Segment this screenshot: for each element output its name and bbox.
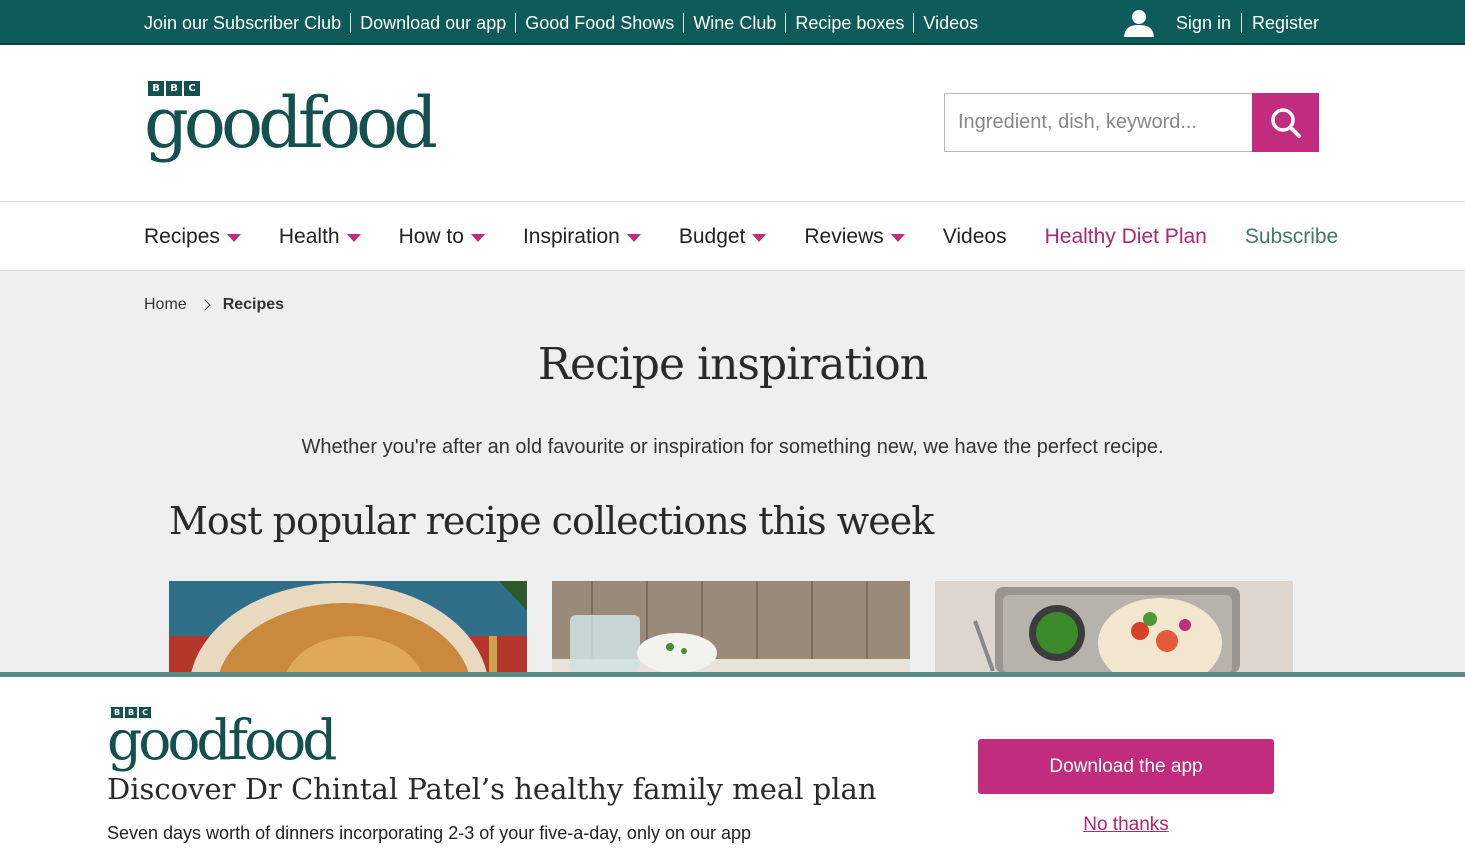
download-app-link[interactable]: Download our app: [350, 12, 515, 33]
nav-item-recipes[interactable]: Recipes: [144, 225, 241, 249]
nav-item-inspiration[interactable]: Inspiration: [523, 225, 641, 249]
page-intro: Whether you're after an old favourite or…: [301, 436, 1164, 458]
breadcrumb: Home Recipes: [144, 296, 284, 314]
nav-label: Reviews: [804, 224, 884, 248]
caret-down-icon: [226, 233, 241, 242]
nav-label: Budget: [678, 224, 746, 248]
recipe-boxes-link[interactable]: Recipe boxes: [785, 12, 913, 33]
caret-down-icon: [890, 233, 905, 242]
download-app-button[interactable]: Download the app: [978, 739, 1274, 794]
nav-label: How to: [398, 224, 464, 248]
collection-card-image[interactable]: [935, 581, 1293, 673]
logo-wordmark: goodfood: [144, 82, 438, 164]
no-thanks-link[interactable]: No thanks: [978, 814, 1274, 836]
site-header: B B C goodfood: [0, 45, 1465, 202]
main-navigation: Recipes Health How to Inspiration Budget…: [0, 202, 1465, 271]
search-form: [944, 93, 1319, 152]
wine-club-link[interactable]: Wine Club: [683, 12, 785, 33]
caret-down-icon: [626, 233, 641, 242]
subscriber-club-link[interactable]: Join our Subscriber Club: [144, 13, 350, 33]
logo-wordmark: goodfood: [107, 708, 337, 772]
nav-label: Inspiration: [522, 224, 620, 248]
search-input[interactable]: [944, 93, 1252, 152]
search-icon: [1270, 107, 1301, 138]
account-links: Sign in Register: [1122, 0, 1319, 45]
top-utility-bar: Join our Subscriber Club Download our ap…: [0, 0, 1465, 45]
breadcrumb-home[interactable]: Home: [144, 296, 187, 314]
nav-label: Healthy Diet Plan: [1044, 224, 1207, 248]
register-link[interactable]: Register: [1240, 12, 1319, 33]
nav-item-healthy-diet-plan[interactable]: Healthy Diet Plan: [1045, 225, 1207, 249]
app-promo-banner: B B C goodfood Discover Dr Chintal Patel…: [0, 672, 1465, 860]
nav-item-budget[interactable]: Budget: [679, 225, 767, 249]
caret-down-icon: [346, 233, 361, 242]
collection-card-image[interactable]: [552, 581, 910, 673]
collection-card-image[interactable]: [169, 581, 527, 673]
videos-link[interactable]: Videos: [913, 12, 987, 33]
nav-label: Subscribe: [1244, 224, 1339, 248]
collection-cards: [169, 581, 1293, 673]
nav-item-videos[interactable]: Videos: [943, 225, 1007, 249]
breadcrumb-current: Recipes: [222, 296, 285, 313]
caret-down-icon: [752, 233, 767, 242]
sign-in-link[interactable]: Sign in: [1166, 13, 1241, 33]
nav-item-how-to[interactable]: How to: [399, 225, 485, 249]
nav-item-subscribe[interactable]: Subscribe: [1245, 225, 1338, 249]
chevron-right-icon: [199, 299, 211, 311]
nav-label: Recipes: [144, 224, 220, 248]
banner-title: Discover Dr Chintal Patel’s healthy fami…: [107, 772, 877, 806]
user-icon[interactable]: [1122, 8, 1156, 38]
banner-subtitle: Seven days worth of dinners incorporatin…: [107, 823, 752, 843]
banner-logo: B B C goodfood: [107, 707, 337, 772]
search-button[interactable]: [1252, 93, 1319, 152]
section-title: Most popular recipe collections this wee…: [169, 499, 934, 543]
site-logo[interactable]: B B C goodfood: [144, 81, 438, 164]
caret-down-icon: [470, 233, 485, 242]
nav-item-health[interactable]: Health: [279, 225, 361, 249]
nav-item-reviews[interactable]: Reviews: [804, 224, 905, 249]
nav-label: Videos: [942, 224, 1007, 248]
nav-label: Health: [278, 224, 340, 248]
good-food-shows-link[interactable]: Good Food Shows: [515, 12, 683, 33]
utility-links: Join our Subscriber Club Download our ap…: [144, 0, 987, 45]
page-title: Recipe inspiration: [537, 339, 928, 390]
